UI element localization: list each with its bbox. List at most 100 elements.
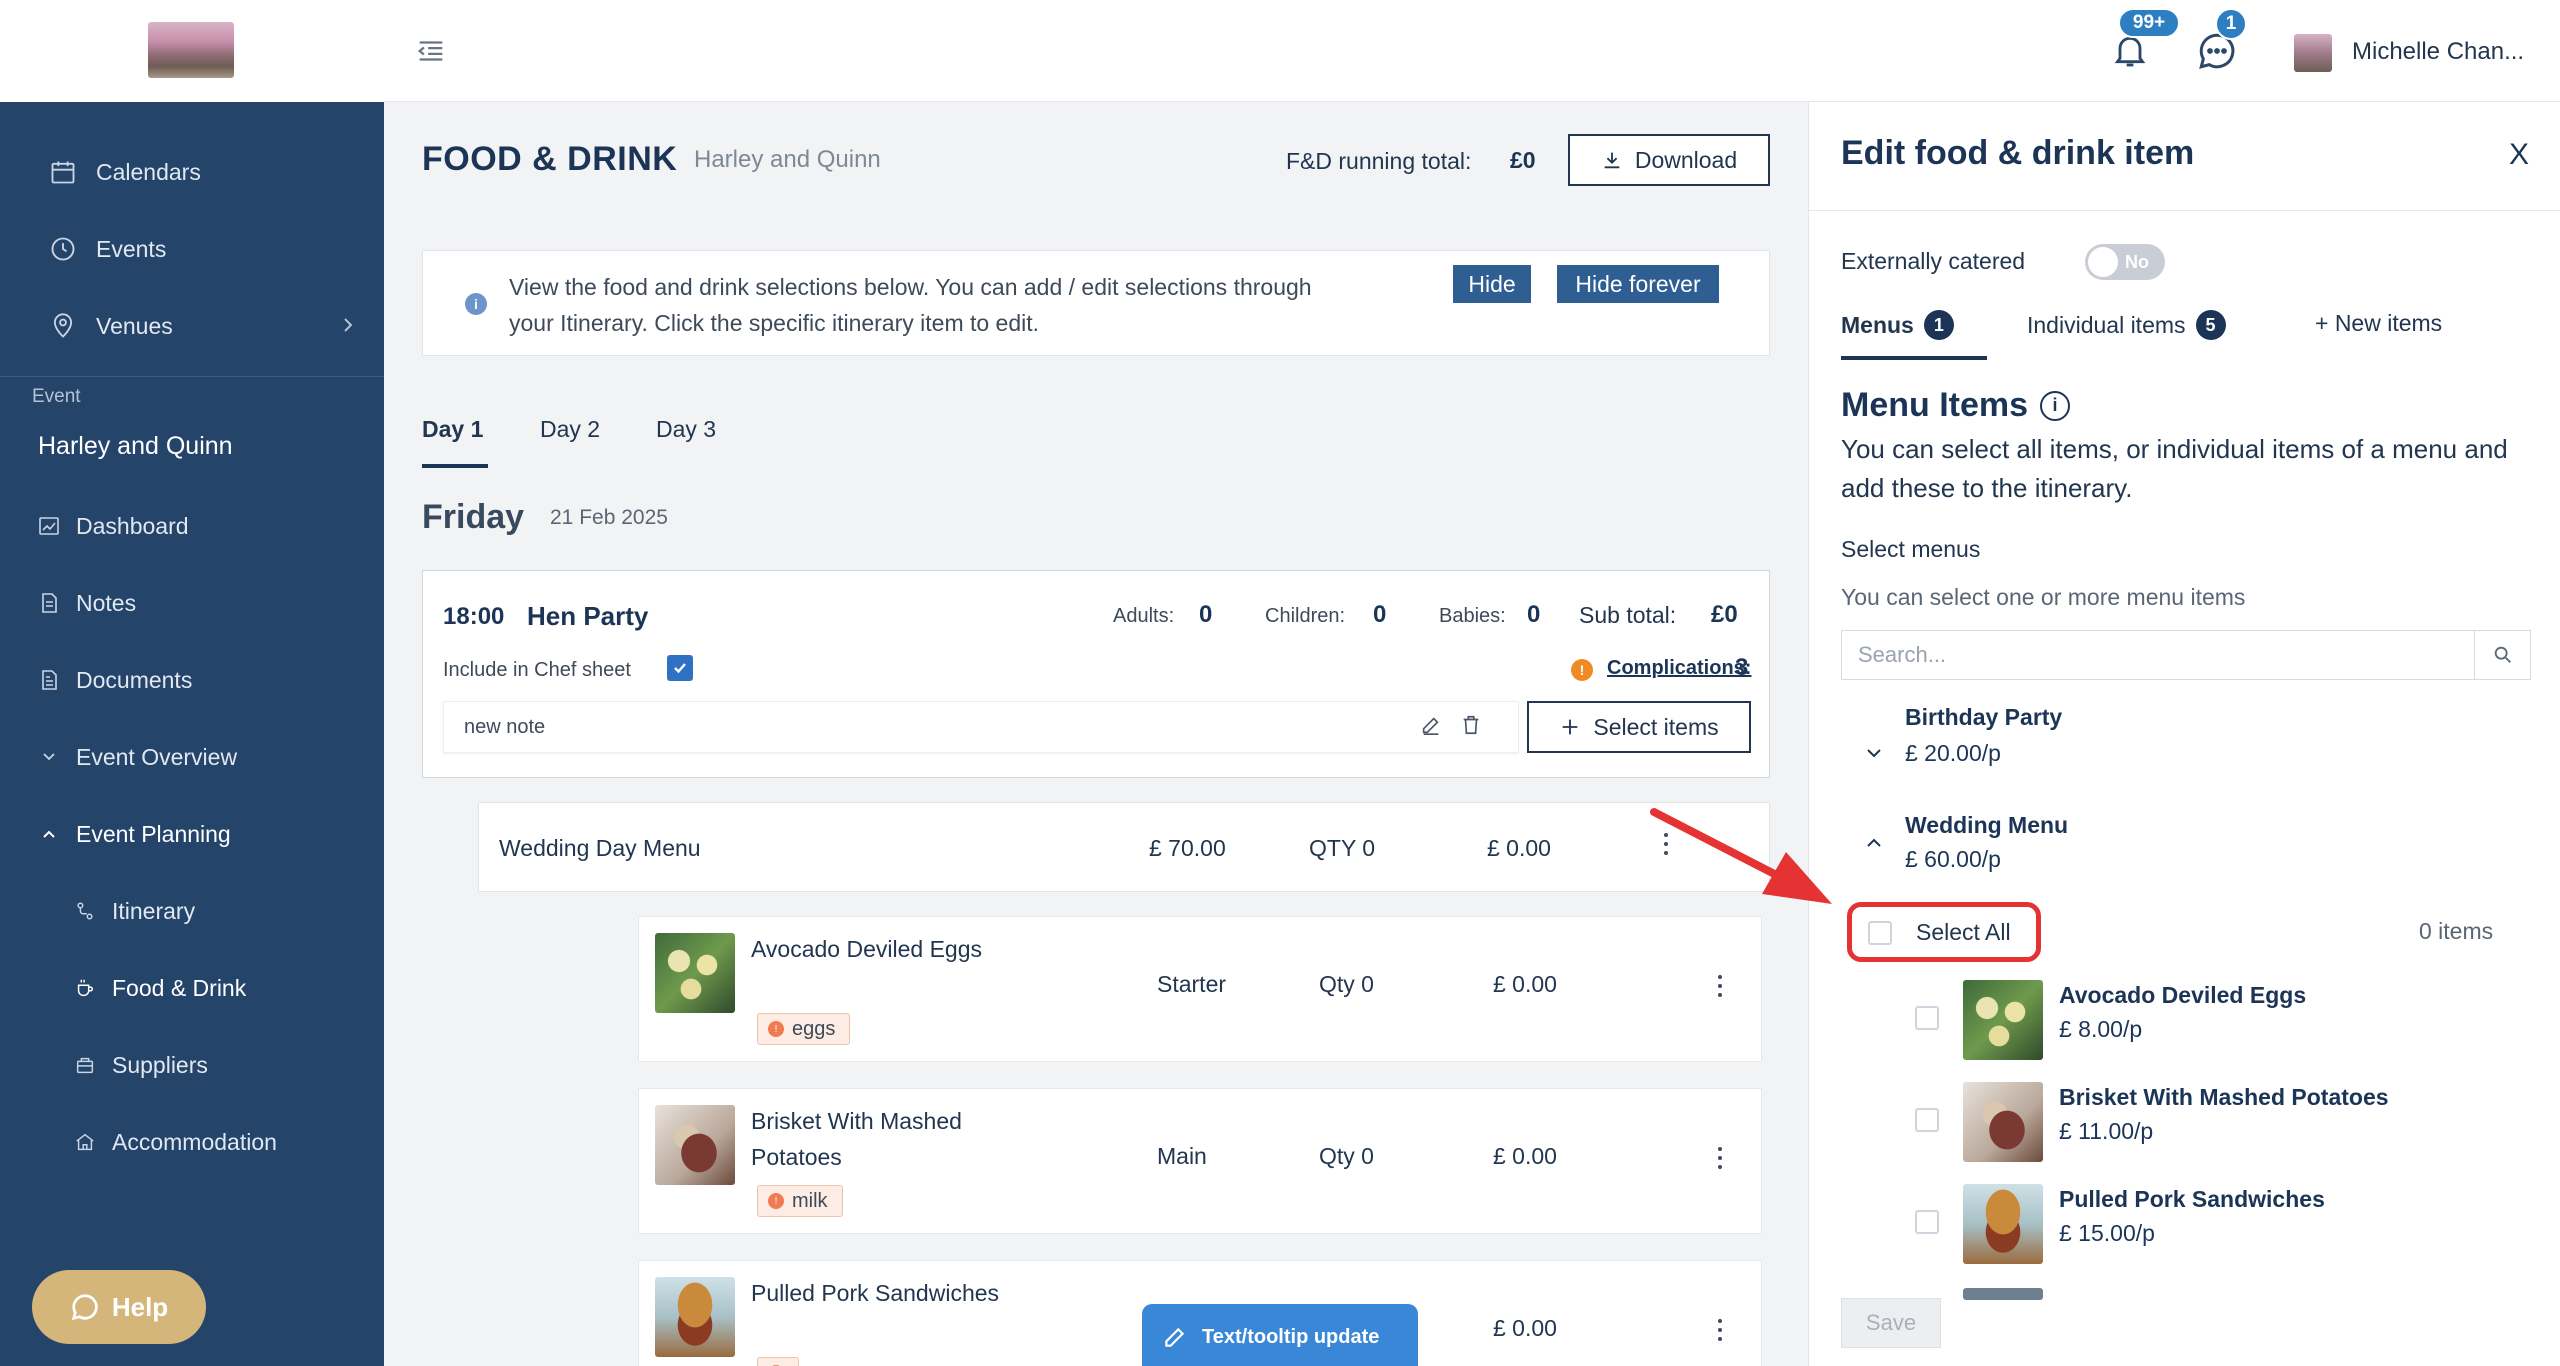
complications-value: 3 <box>1735 654 1749 681</box>
item-image <box>1963 1184 2043 1264</box>
logo-area <box>0 0 384 102</box>
chevron-down-icon[interactable] <box>1863 742 1885 764</box>
chef-sheet-checkbox[interactable] <box>667 655 693 681</box>
chef-sheet-label: Include in Chef sheet <box>443 659 631 681</box>
externally-catered-toggle[interactable]: No <box>2085 244 2165 280</box>
select-all-label[interactable]: Select All <box>1916 919 2011 946</box>
tab-badge: 5 <box>2195 310 2226 340</box>
menu-option-price: £ 20.00/p <box>1905 740 2001 766</box>
tab-label: Individual items <box>2027 311 2186 338</box>
menu-option-name[interactable]: Birthday Party <box>1905 704 2062 731</box>
menu-row[interactable]: Wedding Day Menu £ 70.00 QTY 0 £ 0.00 <box>478 802 1770 892</box>
download-icon <box>1601 149 1623 171</box>
menu-item-row[interactable]: Brisket With Mashed Potatoes ! milk Main… <box>638 1088 1762 1234</box>
sidebar-item-notes[interactable]: Notes <box>0 573 384 633</box>
notes-icon <box>34 588 64 618</box>
sidebar-item-label: Event Planning <box>76 820 231 847</box>
tab-day-1[interactable]: Day 1 <box>422 416 483 443</box>
sidebar-item-venues[interactable]: Venues <box>0 296 384 356</box>
tab-new-items[interactable]: + New items <box>2315 310 2442 337</box>
edit-icon[interactable] <box>1420 714 1442 736</box>
tab-badge: 1 <box>1923 310 1954 340</box>
tooltip-update-button[interactable]: Text/tooltip update <box>1142 1304 1418 1366</box>
item-image <box>655 933 735 1013</box>
complications-link[interactable]: Complications: <box>1607 657 1751 680</box>
allergen-badge: ! milk <box>757 1185 843 1217</box>
main-content: FOOD & DRINK Harley and Quinn F&D runnin… <box>384 102 1808 1366</box>
user-name[interactable]: Michelle Chan... <box>2352 38 2552 66</box>
home-icon <box>70 1127 100 1157</box>
menu-collapse-icon[interactable] <box>414 34 448 68</box>
allergen-label: eggs <box>792 1017 836 1040</box>
sidebar-item-documents[interactable]: Documents <box>0 650 384 710</box>
venue-logo[interactable] <box>148 22 234 78</box>
item-checkbox[interactable] <box>1915 1006 1939 1030</box>
help-button[interactable]: Help <box>32 1270 206 1344</box>
close-button[interactable]: X <box>2509 138 2529 172</box>
search-input[interactable] <box>1842 631 2474 679</box>
plus-icon <box>1559 716 1581 738</box>
sidebar-item-calendars[interactable]: Calendars <box>0 142 384 202</box>
search-icon[interactable] <box>2474 631 2530 679</box>
kebab-menu-icon[interactable] <box>1715 1319 1725 1341</box>
sidebar-item-label: Calendars <box>96 158 201 185</box>
itinerary-icon <box>70 896 100 926</box>
page-title: FOOD & DRINK <box>422 140 678 178</box>
sidebar-item-dashboard[interactable]: Dashboard <box>0 496 384 556</box>
sidebar-item-suppliers[interactable]: Suppliers <box>0 1035 384 1095</box>
sidebar-item-itinerary[interactable]: Itinerary <box>0 881 384 941</box>
menu-name: Wedding Day Menu <box>499 835 701 861</box>
chat-bubble-icon <box>70 1292 100 1322</box>
hide-forever-button[interactable]: Hide forever <box>1557 265 1719 303</box>
item-name: Brisket With Mashed Potatoes <box>751 1108 962 1170</box>
allergen-label: milk <box>792 1189 828 1212</box>
sidebar-item-event-planning[interactable]: Event Planning <box>0 804 384 864</box>
select-items-button[interactable]: Select items <box>1527 701 1751 753</box>
events-icon <box>48 234 78 264</box>
panel-title: Edit food & drink item <box>1841 134 2195 172</box>
topbar: 99+ 1 Michelle Chan... <box>384 0 2560 102</box>
documents-icon <box>34 665 64 695</box>
sidebar-item-accommodation[interactable]: Accommodation <box>0 1112 384 1172</box>
active-tab-indicator <box>422 464 488 468</box>
select-all-checkbox[interactable] <box>1868 921 1892 945</box>
tab-label: Menus <box>1841 311 1914 338</box>
kebab-menu-icon[interactable] <box>1715 1147 1725 1169</box>
sidebar-item-events[interactable]: Events <box>0 219 384 279</box>
menu-item-row[interactable]: Avocado Deviled Eggs ! eggs Starter Qty … <box>638 916 1762 1062</box>
kebab-menu-icon[interactable] <box>1715 975 1725 997</box>
item-total: £ 0.00 <box>1493 971 1557 997</box>
menu-total: £ 0.00 <box>1487 835 1551 861</box>
tab-menus[interactable]: Menus 1 <box>1841 310 1954 340</box>
sidebar-item-event-overview[interactable]: Event Overview <box>0 727 384 787</box>
allergen-badge: ! eggs <box>757 1013 851 1045</box>
download-button[interactable]: Download <box>1568 134 1770 186</box>
trash-icon[interactable] <box>1460 714 1482 736</box>
page-subtitle: Harley and Quinn <box>694 146 881 173</box>
info-icon[interactable]: i <box>2040 390 2071 421</box>
note-field[interactable]: new note <box>443 701 1519 753</box>
kebab-menu-icon[interactable] <box>1661 833 1671 855</box>
sidebar-item-food-drink[interactable]: Food & Drink <box>0 958 384 1018</box>
sidebar-item-label: Notes <box>76 589 137 616</box>
suppliers-icon <box>70 1050 100 1080</box>
sidebar-item-label: Itinerary <box>112 897 196 924</box>
item-checkbox[interactable] <box>1915 1108 1939 1132</box>
tab-day-3[interactable]: Day 3 <box>656 416 716 443</box>
tab-day-2[interactable]: Day 2 <box>540 416 600 443</box>
hide-button[interactable]: Hide <box>1453 265 1531 303</box>
chevron-up-icon[interactable] <box>1863 832 1885 854</box>
menu-option-name[interactable]: Wedding Menu <box>1905 812 2068 839</box>
itinerary-event-card[interactable]: 18:00 Hen Party Adults: 0 Children: 0 Ba… <box>422 570 1770 778</box>
subtotal-label: Sub total: <box>1579 602 1677 628</box>
item-checkbox[interactable] <box>1915 1210 1939 1234</box>
calendar-icon <box>48 157 78 187</box>
save-button[interactable]: Save <box>1841 1298 1941 1348</box>
item-name: Pulled Pork Sandwiches <box>2059 1186 2325 1212</box>
select-items-label: Select items <box>1593 713 1719 740</box>
tab-label: + New items <box>2315 310 2443 336</box>
avatar[interactable] <box>2294 34 2332 72</box>
tab-individual-items[interactable]: Individual items 5 <box>2027 310 2226 340</box>
subtotal-value: £0 <box>1711 601 1738 628</box>
panel-divider <box>1809 210 2560 211</box>
